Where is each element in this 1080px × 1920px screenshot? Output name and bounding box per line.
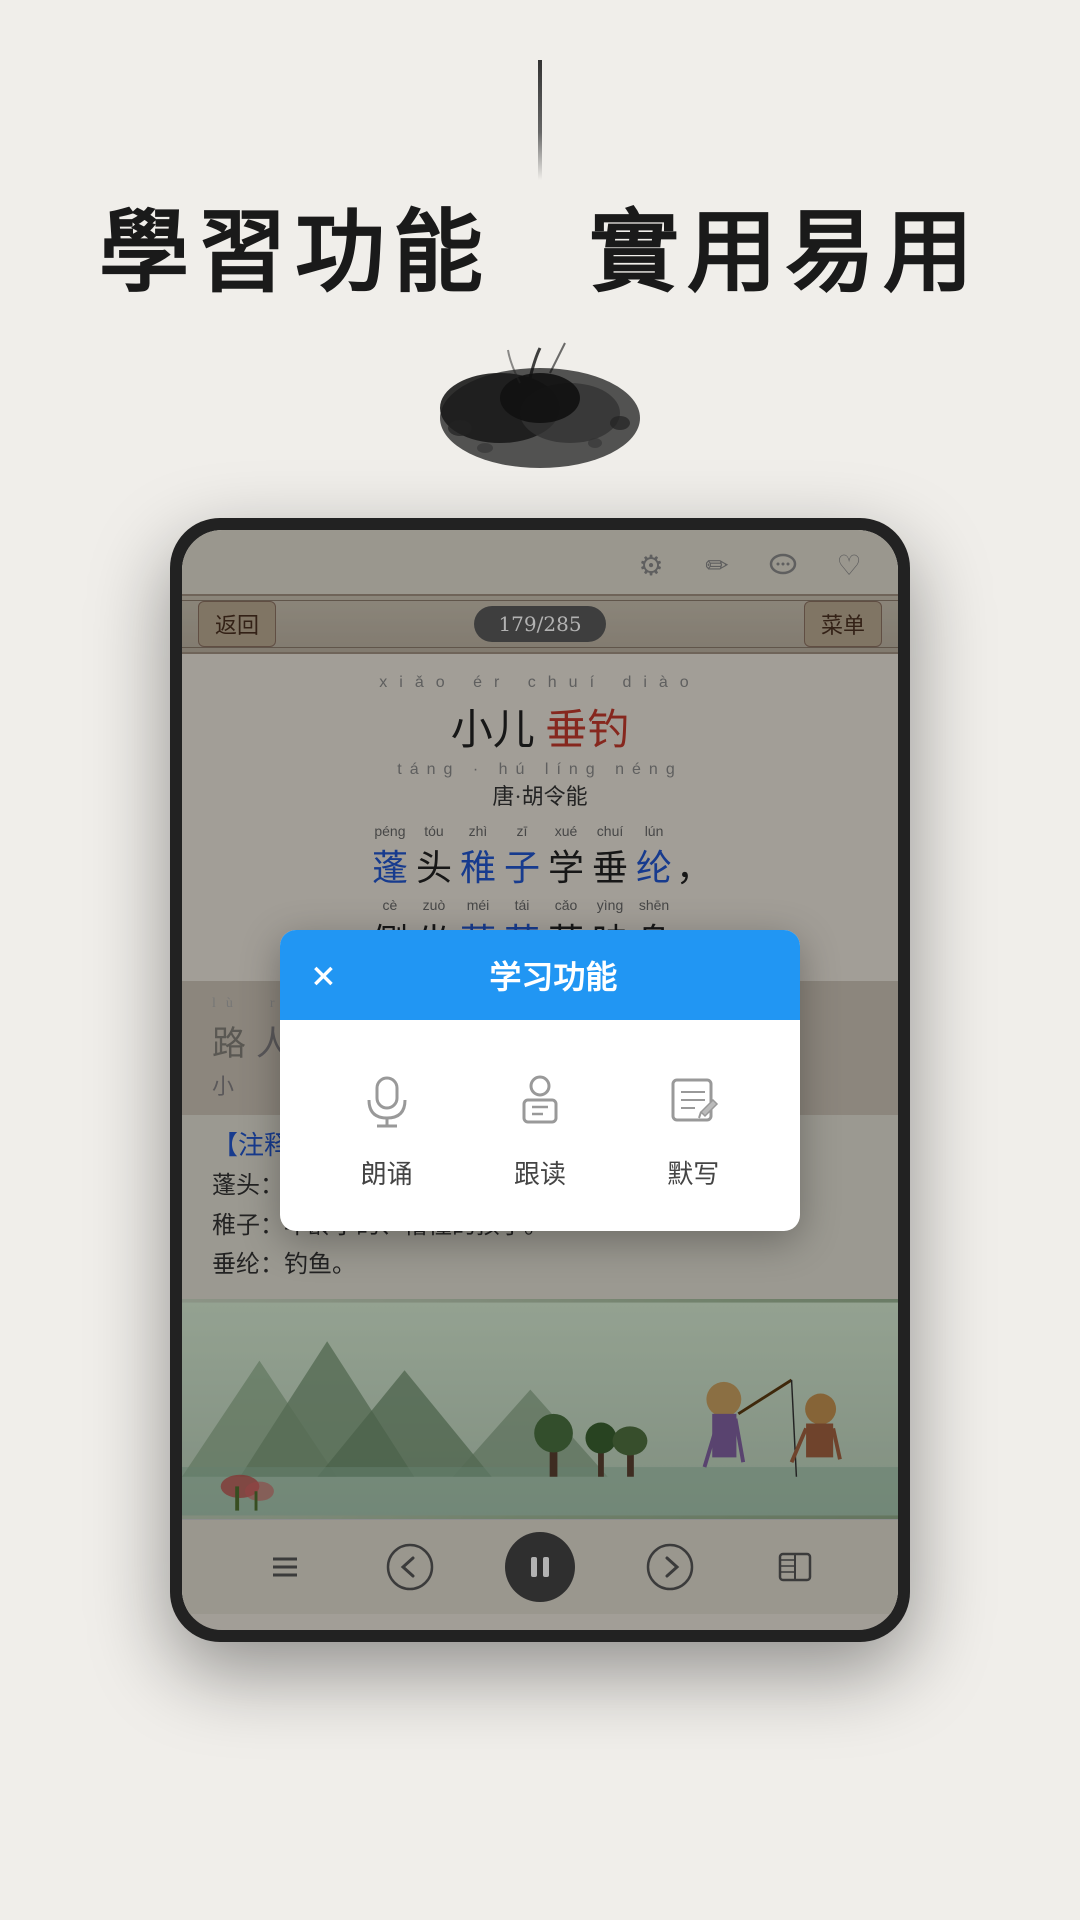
phone-screen: ⚙ ✏ ♡ 返回 179/285 菜单 xiǎo ér chuí diào bbox=[182, 530, 898, 1630]
writing-icon bbox=[653, 1060, 733, 1140]
ink-splash-illustration bbox=[400, 338, 680, 478]
ink-drop-decoration bbox=[538, 60, 542, 180]
follow-read-label: 跟读 bbox=[514, 1154, 566, 1191]
dialog-item-follow-read[interactable]: 跟读 bbox=[500, 1060, 580, 1191]
learning-functions-dialog: × 学习功能 朗诵 bbox=[280, 930, 800, 1231]
dialog-overlay: × 学习功能 朗诵 bbox=[182, 530, 898, 1630]
dialog-item-recite[interactable]: 朗诵 bbox=[347, 1060, 427, 1191]
dialog-header: × 学习功能 bbox=[280, 930, 800, 1020]
dialog-title: 学习功能 bbox=[337, 952, 770, 998]
dialog-body: 朗诵 跟读 bbox=[280, 1020, 800, 1231]
microphone-icon bbox=[347, 1060, 427, 1140]
dialog-item-dictation[interactable]: 默写 bbox=[653, 1060, 733, 1191]
top-section: 學習功能 實用易用 bbox=[0, 0, 1080, 478]
recite-label: 朗诵 bbox=[361, 1154, 413, 1191]
dictation-label: 默写 bbox=[667, 1154, 719, 1191]
phone-frame: ⚙ ✏ ♡ 返回 179/285 菜单 xiǎo ér chuí diào bbox=[170, 518, 910, 1642]
dialog-close-button[interactable]: × bbox=[310, 959, 337, 991]
reading-icon bbox=[500, 1060, 580, 1140]
main-title: 學習功能 實用易用 bbox=[99, 200, 981, 308]
